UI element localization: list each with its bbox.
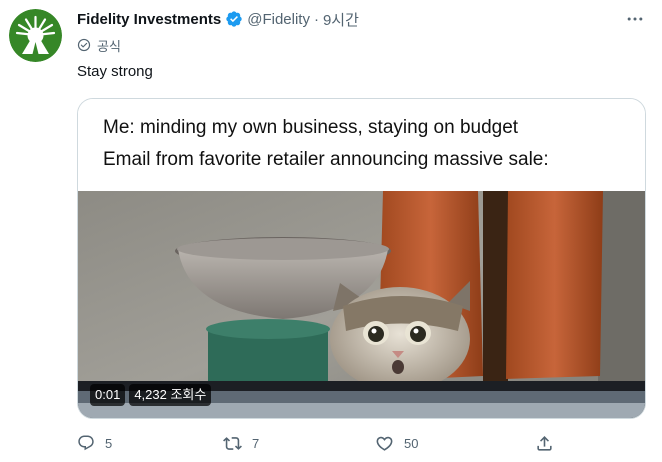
tweet-text: Stay strong [77,63,153,80]
retweet-icon [223,436,242,450]
tweet[interactable]: Fidelity Investments @Fidelity · 9시간 공식 … [0,0,662,462]
display-name[interactable]: Fidelity Investments [77,11,221,28]
more-options-button[interactable] [622,9,648,29]
like-count: 50 [404,435,419,451]
share-icon [537,435,552,451]
action-bar: 5 7 50 [77,428,557,458]
official-badge-icon [77,38,91,52]
handle[interactable]: @Fidelity [247,11,310,28]
video-time-badge: 0:01 [90,384,126,406]
reply-count: 5 [105,435,113,451]
retweet-count: 7 [252,435,260,451]
official-label-text: 공식 [97,38,121,54]
video-badges: 0:01 4,232 조회수 [90,384,215,406]
meme-caption: Me: minding my own business, staying on … [78,99,645,191]
retweet-button[interactable]: 7 [223,428,259,458]
reply-button[interactable]: 5 [77,428,112,458]
more-dots-icon [627,17,643,21]
share-button[interactable] [535,428,564,458]
avatar[interactable] [9,9,62,62]
view-count-badge: 4,232 조회수 [129,384,212,406]
reply-icon [78,435,94,451]
timestamp[interactable]: 9시간 [323,9,359,30]
media-card[interactable]: Me: minding my own business, staying on … [77,98,646,419]
separator-dot: · [313,10,319,28]
official-label: 공식 [77,36,121,54]
meme-caption-line: Me: minding my own business, staying on … [103,117,519,138]
heart-icon [376,436,393,451]
video-player[interactable]: 0:01 4,232 조회수 [78,191,645,418]
like-button[interactable]: 50 [375,428,418,458]
fidelity-logo-icon [9,9,62,62]
verified-badge-icon[interactable] [225,10,243,28]
tweet-header: Fidelity Investments @Fidelity · 9시간 [77,9,359,29]
meme-caption-line: Email from favorite retailer announcing … [103,149,549,170]
